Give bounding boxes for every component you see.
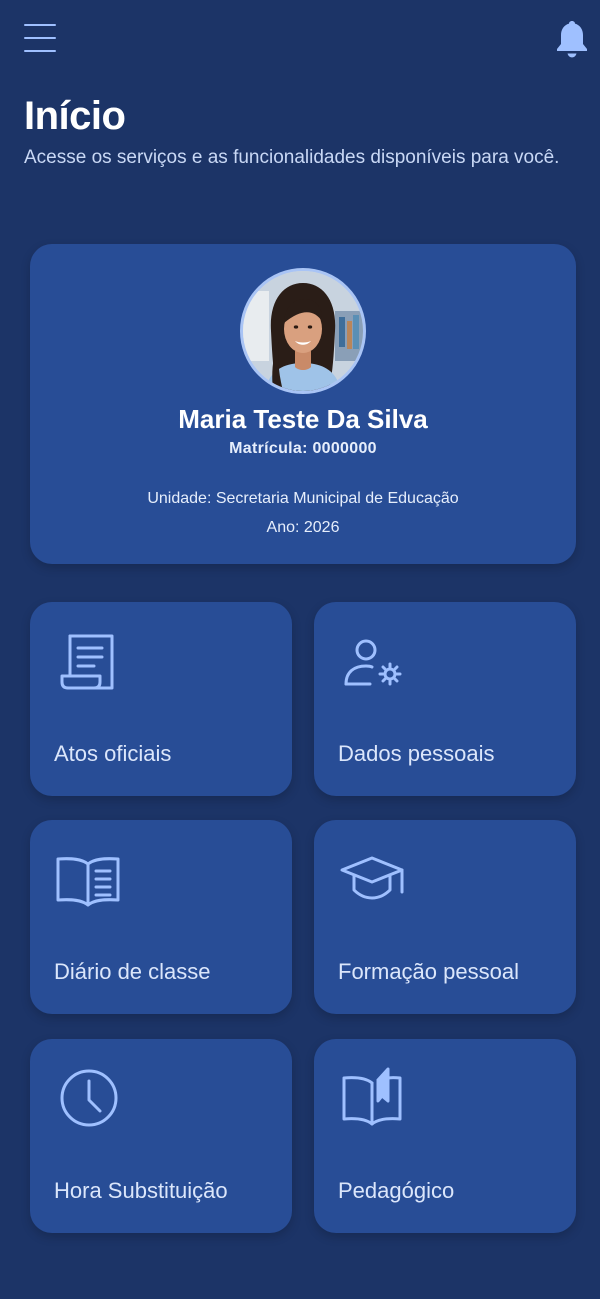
tile-label: Dados pessoais xyxy=(338,741,495,766)
graduation-cap-icon xyxy=(338,844,406,912)
tile-hora-substituicao[interactable]: Hora Substituição xyxy=(30,1039,292,1233)
top-app-bar xyxy=(0,0,600,80)
profile-card: Maria Teste Da Silva Matrícula: 0000000 … xyxy=(30,244,576,564)
unit-label: Unidade: Secretaria Municipal de Educaçã… xyxy=(147,490,459,507)
tile-label: Hora Substituição xyxy=(54,1178,228,1203)
tile-pedagogico[interactable]: Pedagógico xyxy=(314,1039,576,1233)
tile-dados-pessoais[interactable]: Dados pessoais xyxy=(314,602,576,796)
clock-icon xyxy=(54,1063,122,1131)
page-title: Início xyxy=(24,94,126,138)
bell-icon[interactable] xyxy=(552,18,592,60)
tile-formacao-pessoal[interactable]: Formação pessoal xyxy=(314,820,576,1014)
open-book-icon xyxy=(54,844,122,912)
tile-label: Pedagógico xyxy=(338,1178,455,1203)
document-scroll-icon xyxy=(54,626,122,694)
hamburger-menu-icon[interactable] xyxy=(24,22,58,54)
user-settings-icon xyxy=(338,626,406,694)
year-label: Ano: 2026 xyxy=(266,519,340,536)
tile-atos-oficiais[interactable]: Atos oficiais xyxy=(30,602,292,796)
profile-name: Maria Teste Da Silva xyxy=(178,404,428,434)
tile-label: Diário de classe xyxy=(54,959,211,984)
tile-label: Atos oficiais xyxy=(54,741,172,766)
book-bookmark-icon xyxy=(338,1063,406,1131)
registration-number: Matrícula: 0000000 xyxy=(229,440,377,457)
tile-diario-de-classe[interactable]: Diário de classe xyxy=(30,820,292,1014)
page-subtitle: Acesse os serviços e as funcionalidades … xyxy=(24,147,560,168)
avatar xyxy=(240,268,366,394)
tile-label: Formação pessoal xyxy=(338,959,519,984)
